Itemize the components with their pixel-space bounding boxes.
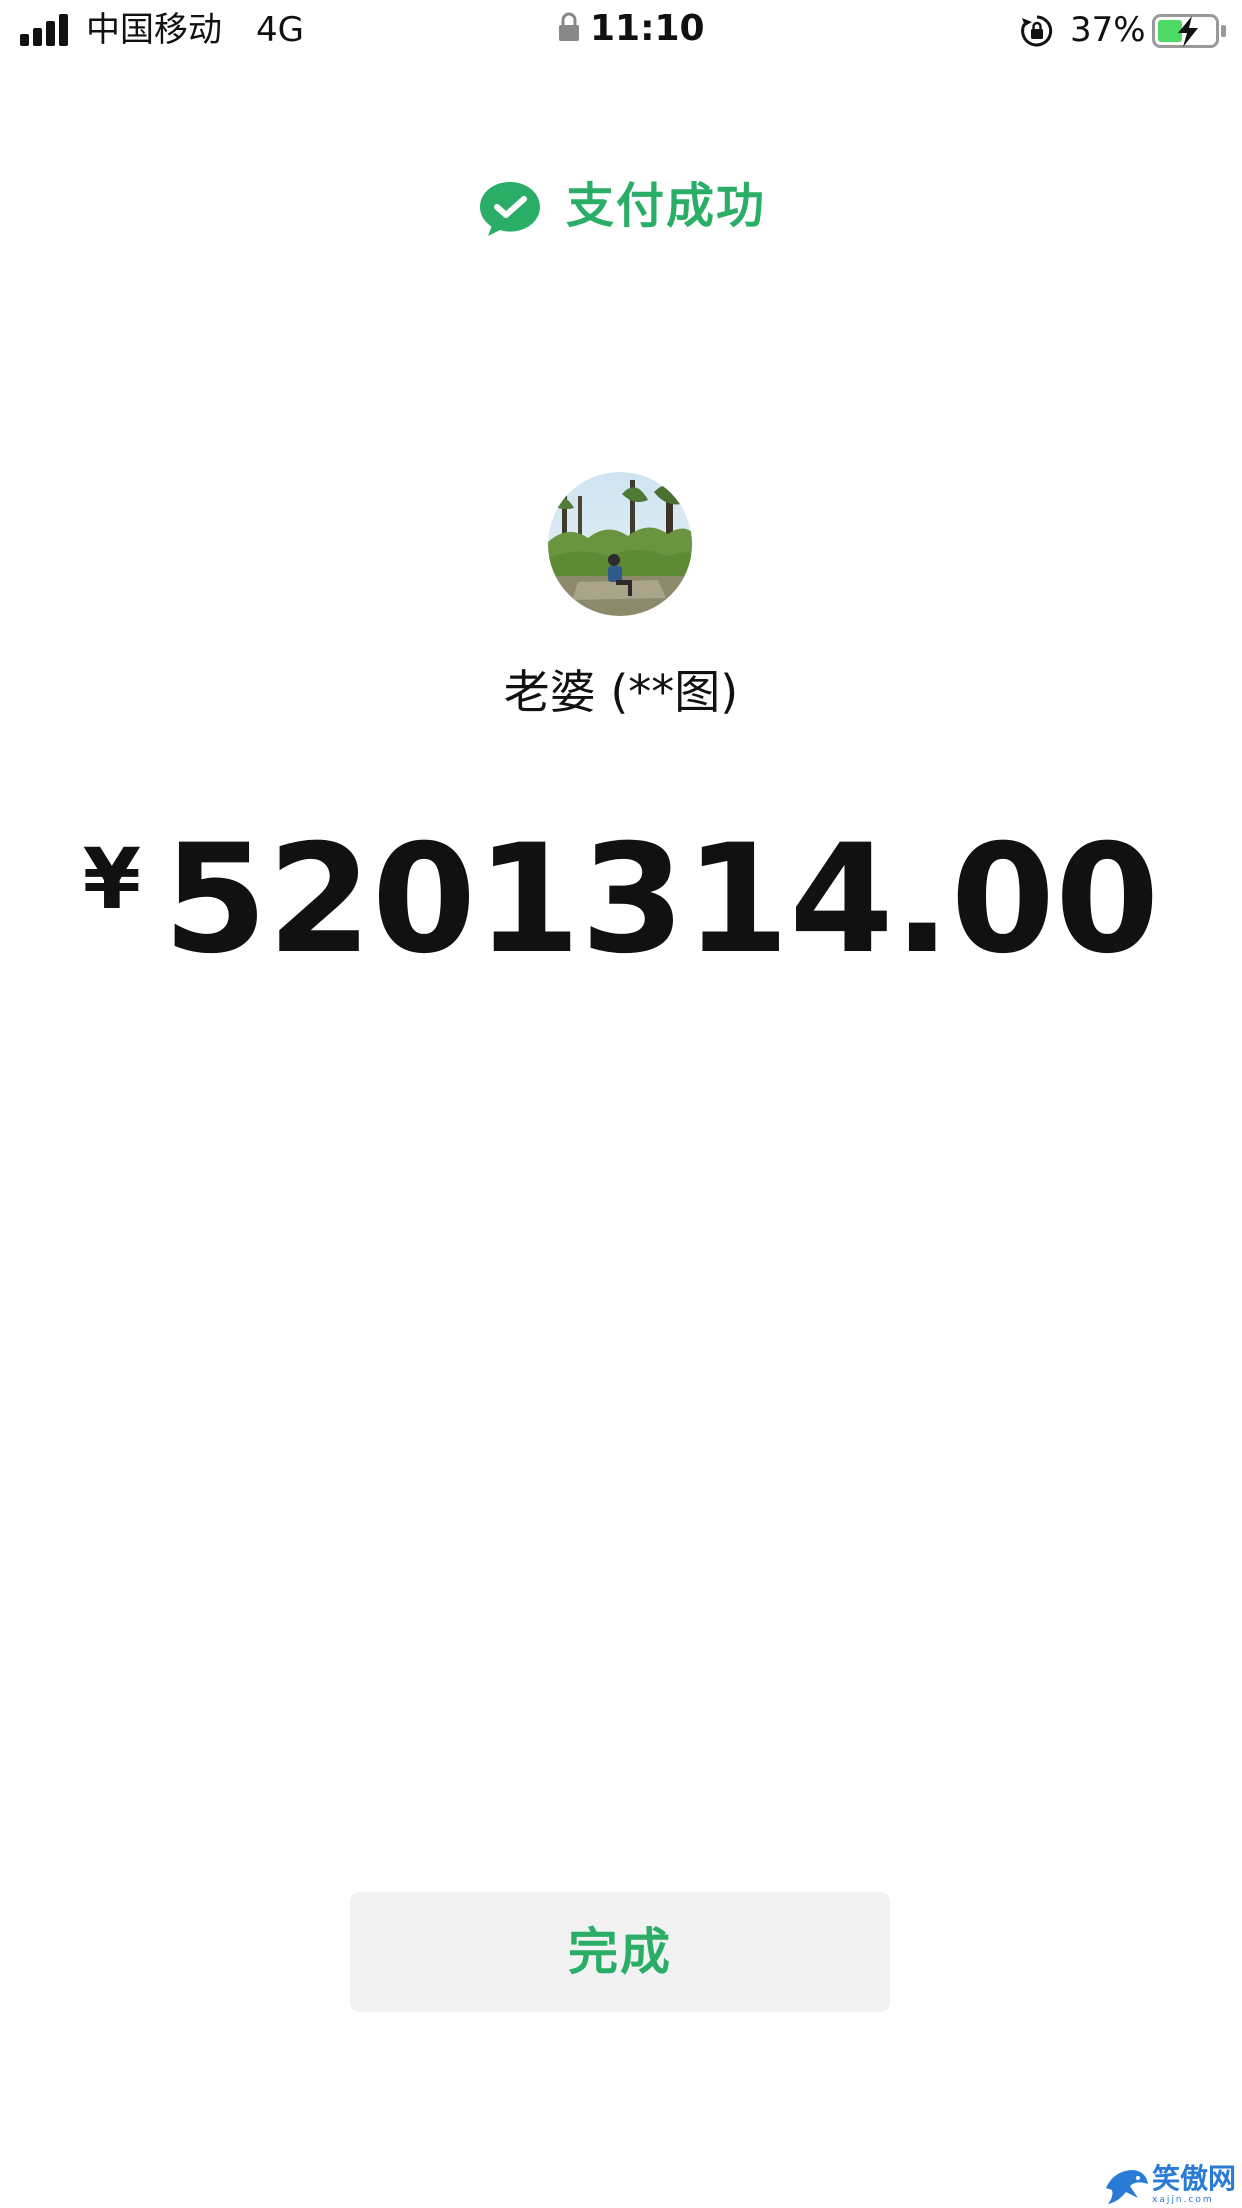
done-button[interactable]: 完成 xyxy=(350,1892,890,2012)
amount-value: 5201314.00 xyxy=(163,813,1160,987)
battery-charging-icon xyxy=(1152,14,1226,48)
watermark-url: xajjn.com xyxy=(1152,2195,1214,2205)
carrier-name: 中国移动 xyxy=(86,10,222,50)
payment-success-title: 支付成功 xyxy=(566,178,767,234)
avatar xyxy=(548,472,692,616)
rotation-lock-icon xyxy=(1021,15,1053,47)
watermark-text: 笑傲网 xyxy=(1152,2162,1237,2195)
network-type: 4G xyxy=(256,10,304,50)
wechat-pay-icon xyxy=(480,182,540,236)
payee-name: 老婆 (**图) xyxy=(503,665,739,719)
status-bar: 中国移动 4G 11:10 37% xyxy=(0,0,1242,62)
battery-percent: 37% xyxy=(1070,10,1146,50)
payment-success-header: 支付成功 xyxy=(0,168,1242,244)
avatar-photo xyxy=(548,472,692,616)
status-time: 11:10 xyxy=(590,8,705,49)
lock-icon xyxy=(559,12,579,41)
payment-amount: ¥5201314.00 xyxy=(0,820,1242,980)
signal-icon xyxy=(20,14,72,46)
currency-symbol: ¥ xyxy=(82,830,142,928)
